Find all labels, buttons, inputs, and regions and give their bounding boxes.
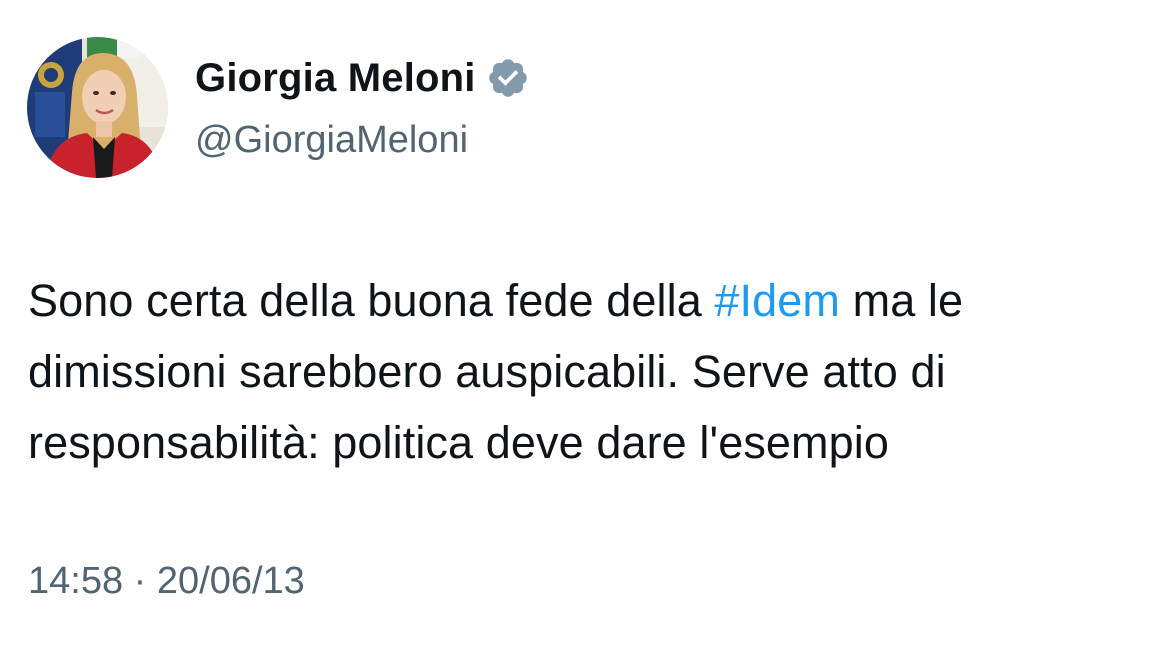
hashtag-link[interactable]: #Idem	[714, 275, 840, 326]
author-name-row: Giorgia Meloni	[195, 52, 530, 104]
tweet-text-line-2: dimissioni sarebbero auspicabili. Serve …	[28, 346, 946, 397]
tweet-text-line-3: responsabilità: politica deve dare l'ese…	[28, 417, 889, 468]
meta-separator: ·	[123, 560, 157, 602]
author-handle[interactable]: @GiorgiaMeloni	[195, 115, 468, 165]
tweet-text-segment: ma le	[840, 275, 964, 326]
tweet-text-segment: Sono certa della buona fede della	[28, 275, 715, 326]
tweet-card: Giorgia Meloni @GiorgiaMeloni Sono certa…	[0, 0, 1150, 653]
verified-badge-icon	[486, 56, 530, 100]
tweet-text-line-1: Sono certa della buona fede della #Idem …	[28, 265, 1143, 336]
tweet-date[interactable]: 20/06/13	[157, 560, 305, 602]
avatar-image	[27, 37, 168, 178]
tweet-timestamp: 14:58 · 20/06/13	[28, 554, 305, 608]
avatar[interactable]	[27, 37, 168, 178]
display-name[interactable]: Giorgia Meloni	[195, 52, 476, 104]
tweet-time[interactable]: 14:58	[28, 560, 123, 602]
tweet-text: Sono certa della buona fede della #Idem …	[28, 265, 1143, 478]
